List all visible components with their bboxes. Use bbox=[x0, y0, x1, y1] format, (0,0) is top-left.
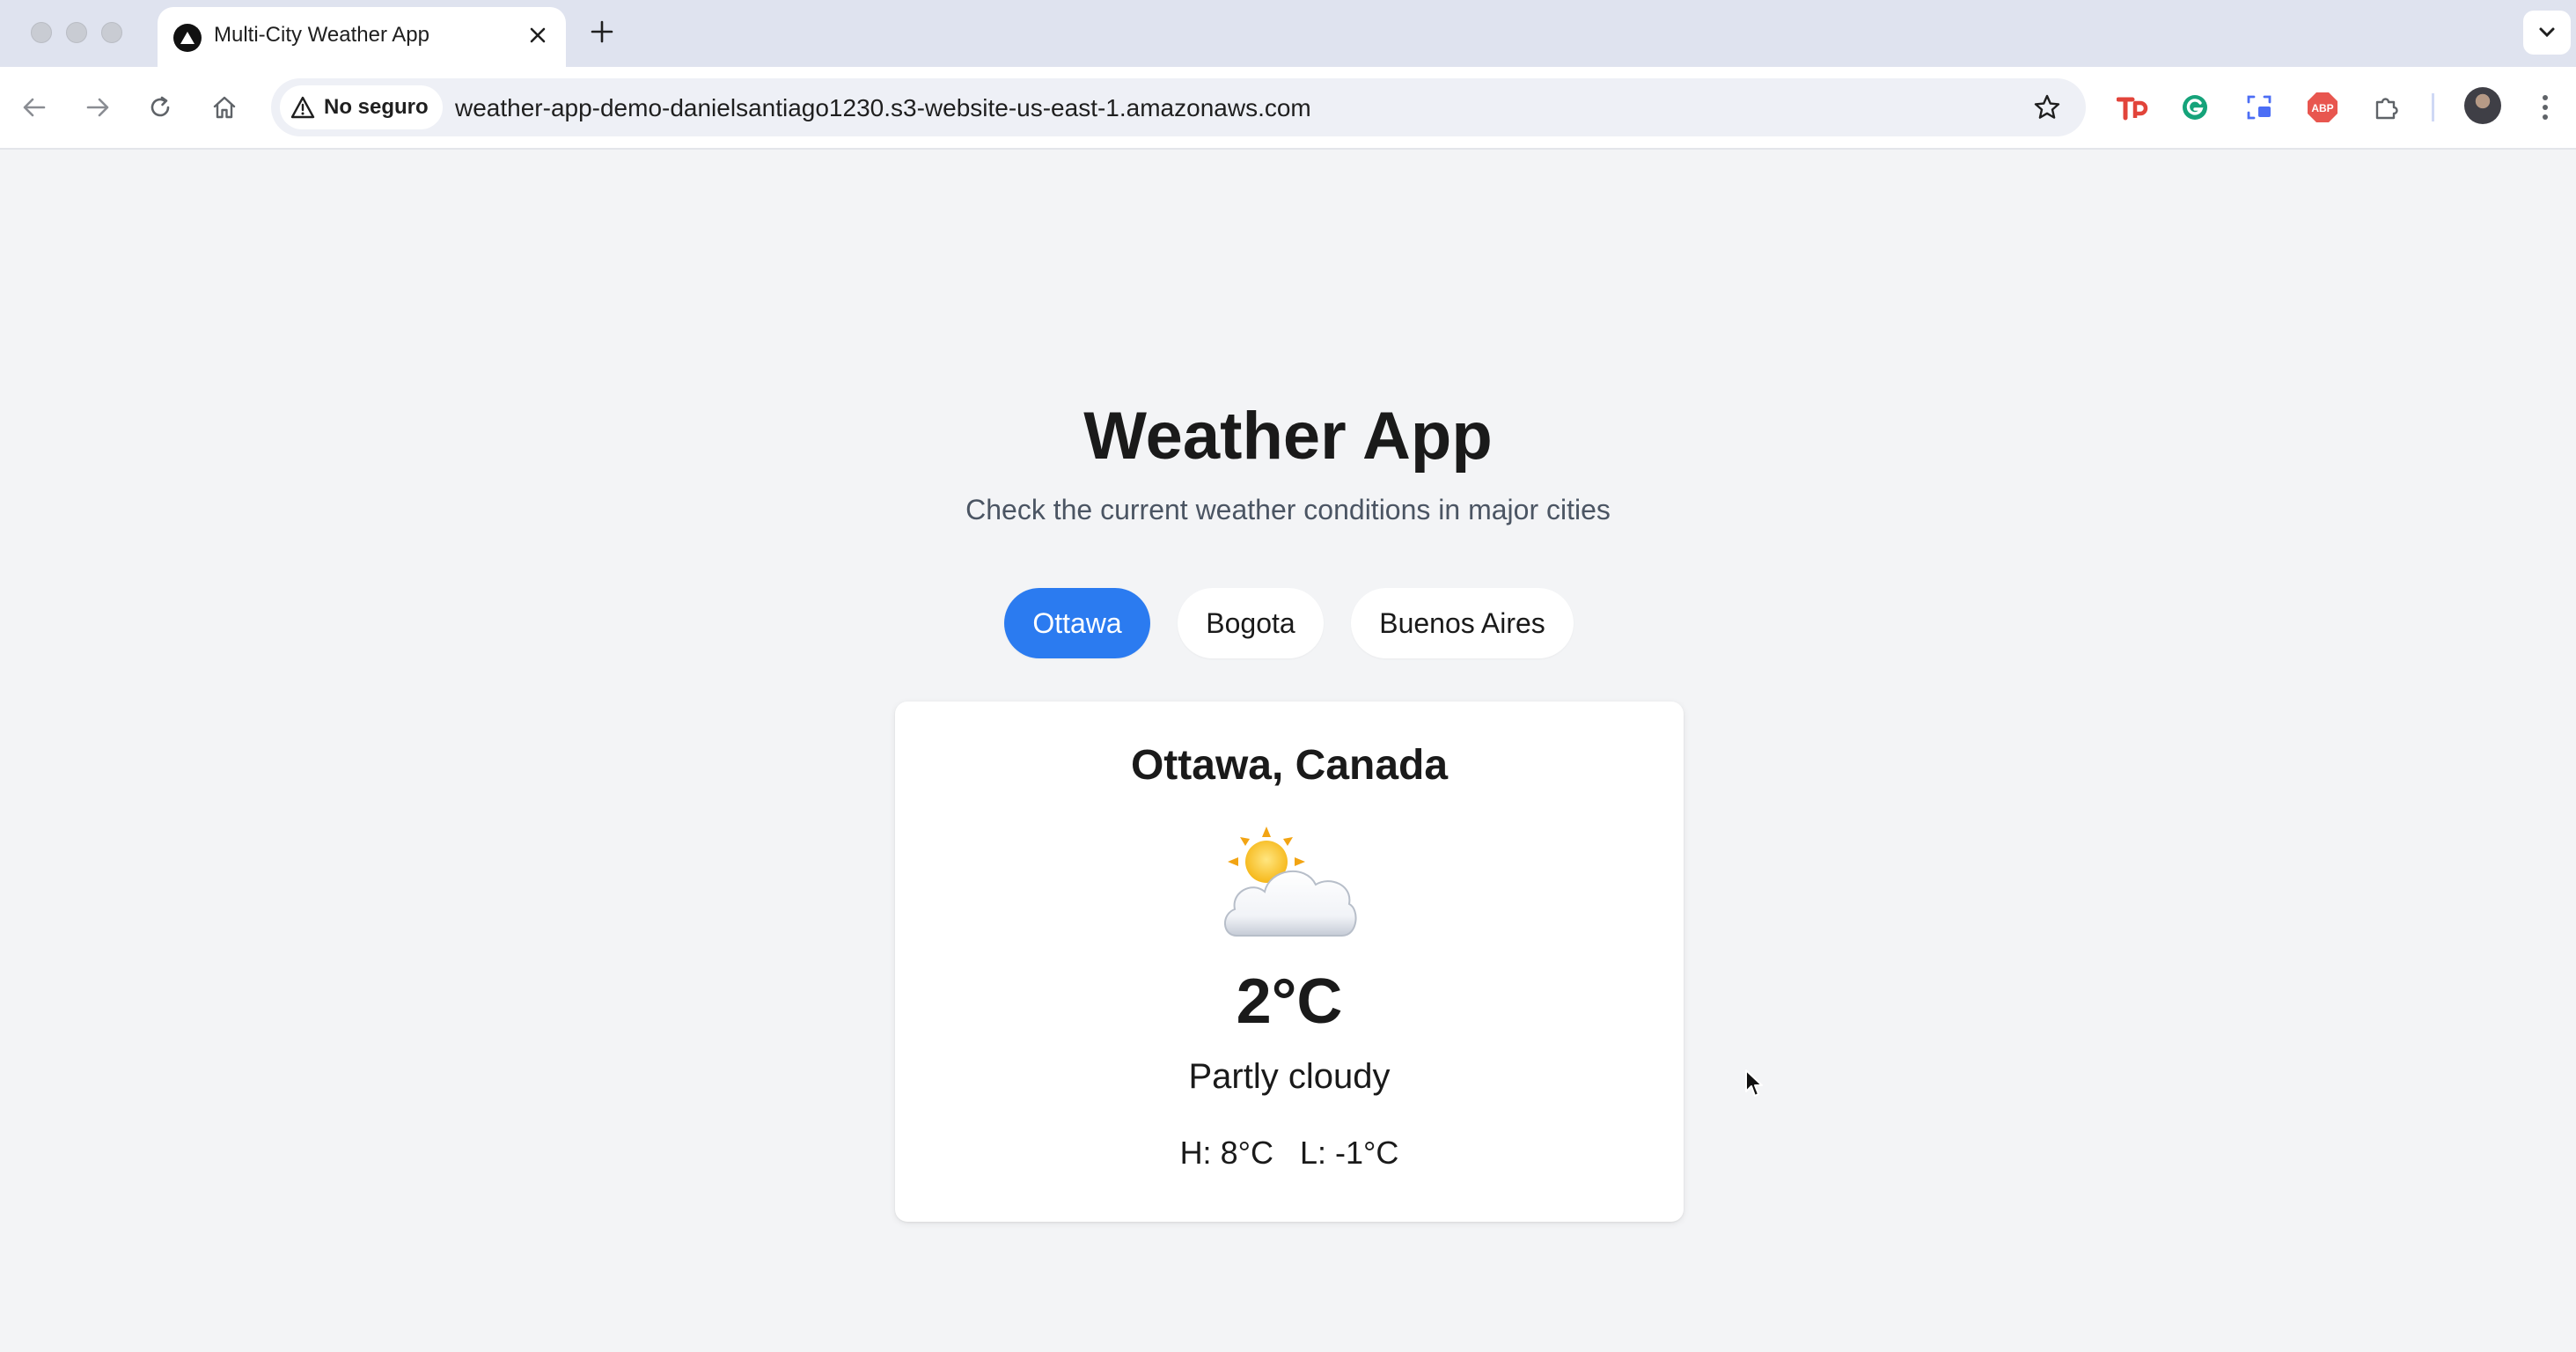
back-icon[interactable] bbox=[13, 86, 55, 129]
grammarly-icon[interactable] bbox=[2174, 86, 2216, 129]
screen-capture-icon[interactable] bbox=[2238, 86, 2280, 129]
tab-search-chevron-icon[interactable] bbox=[2523, 11, 2571, 55]
url-text[interactable]: weather-app-demo-danielsantiago1230.s3-w… bbox=[455, 94, 1311, 122]
temp-high: H: 8°C bbox=[1179, 1135, 1273, 1171]
window-minimize-button[interactable] bbox=[66, 22, 87, 43]
svg-text:ABP: ABP bbox=[2311, 102, 2333, 114]
address-bar[interactable]: No seguro weather-app-demo-danielsantiag… bbox=[271, 78, 2086, 136]
home-icon[interactable] bbox=[203, 86, 246, 129]
extension-tp-icon[interactable] bbox=[2111, 86, 2154, 129]
city-button-ottawa[interactable]: Ottawa bbox=[1004, 588, 1150, 658]
browser-toolbar: No seguro weather-app-demo-danielsantiag… bbox=[0, 67, 2576, 150]
city-button-bogota[interactable]: Bogota bbox=[1178, 588, 1324, 658]
weather-card: Ottawa, Canada 2°C Partly cloudy H: 8°C … bbox=[895, 702, 1684, 1222]
tab-title: Multi-City Weather App bbox=[214, 23, 429, 47]
toolbar-separator bbox=[2432, 93, 2434, 121]
window-close-button[interactable] bbox=[31, 22, 52, 43]
profile-avatar[interactable] bbox=[2464, 87, 2501, 124]
temp-low: L: -1°C bbox=[1300, 1135, 1399, 1171]
new-tab-icon[interactable] bbox=[584, 14, 620, 49]
city-selector: Ottawa Bogota Buenos Aires bbox=[0, 588, 2576, 658]
favicon-icon bbox=[173, 24, 202, 52]
weather-condition: Partly cloudy bbox=[1188, 1057, 1391, 1096]
reload-icon[interactable] bbox=[139, 86, 181, 129]
browser-tab-strip: Multi-City Weather App bbox=[0, 0, 2576, 67]
security-chip[interactable]: No seguro bbox=[280, 85, 443, 129]
high-low-row: H: 8°C L: -1°C bbox=[895, 1135, 1684, 1172]
extensions-puzzle-icon[interactable] bbox=[2366, 86, 2408, 129]
warning-icon bbox=[290, 96, 315, 119]
bookmark-star-icon[interactable] bbox=[2029, 90, 2065, 125]
sun-behind-cloud-icon bbox=[1224, 827, 1357, 937]
city-button-buenos-aires[interactable]: Buenos Aires bbox=[1351, 588, 1574, 658]
browser-tab[interactable]: Multi-City Weather App bbox=[158, 7, 566, 67]
temperature: 2°C bbox=[1236, 966, 1343, 1037]
weather-location: Ottawa, Canada bbox=[1130, 742, 1449, 789]
more-menu-icon[interactable] bbox=[2524, 86, 2566, 129]
window-zoom-button[interactable] bbox=[101, 22, 122, 43]
tab-close-icon[interactable] bbox=[522, 19, 554, 51]
forward-icon[interactable] bbox=[77, 86, 119, 129]
page-title: Weather App bbox=[1083, 399, 1493, 474]
security-label: No seguro bbox=[324, 95, 429, 119]
mouse-cursor-icon bbox=[1745, 1069, 1763, 1097]
adblock-plus-icon[interactable]: ABP bbox=[2301, 86, 2344, 129]
page-subtitle: Check the current weather conditions in … bbox=[965, 494, 1611, 525]
